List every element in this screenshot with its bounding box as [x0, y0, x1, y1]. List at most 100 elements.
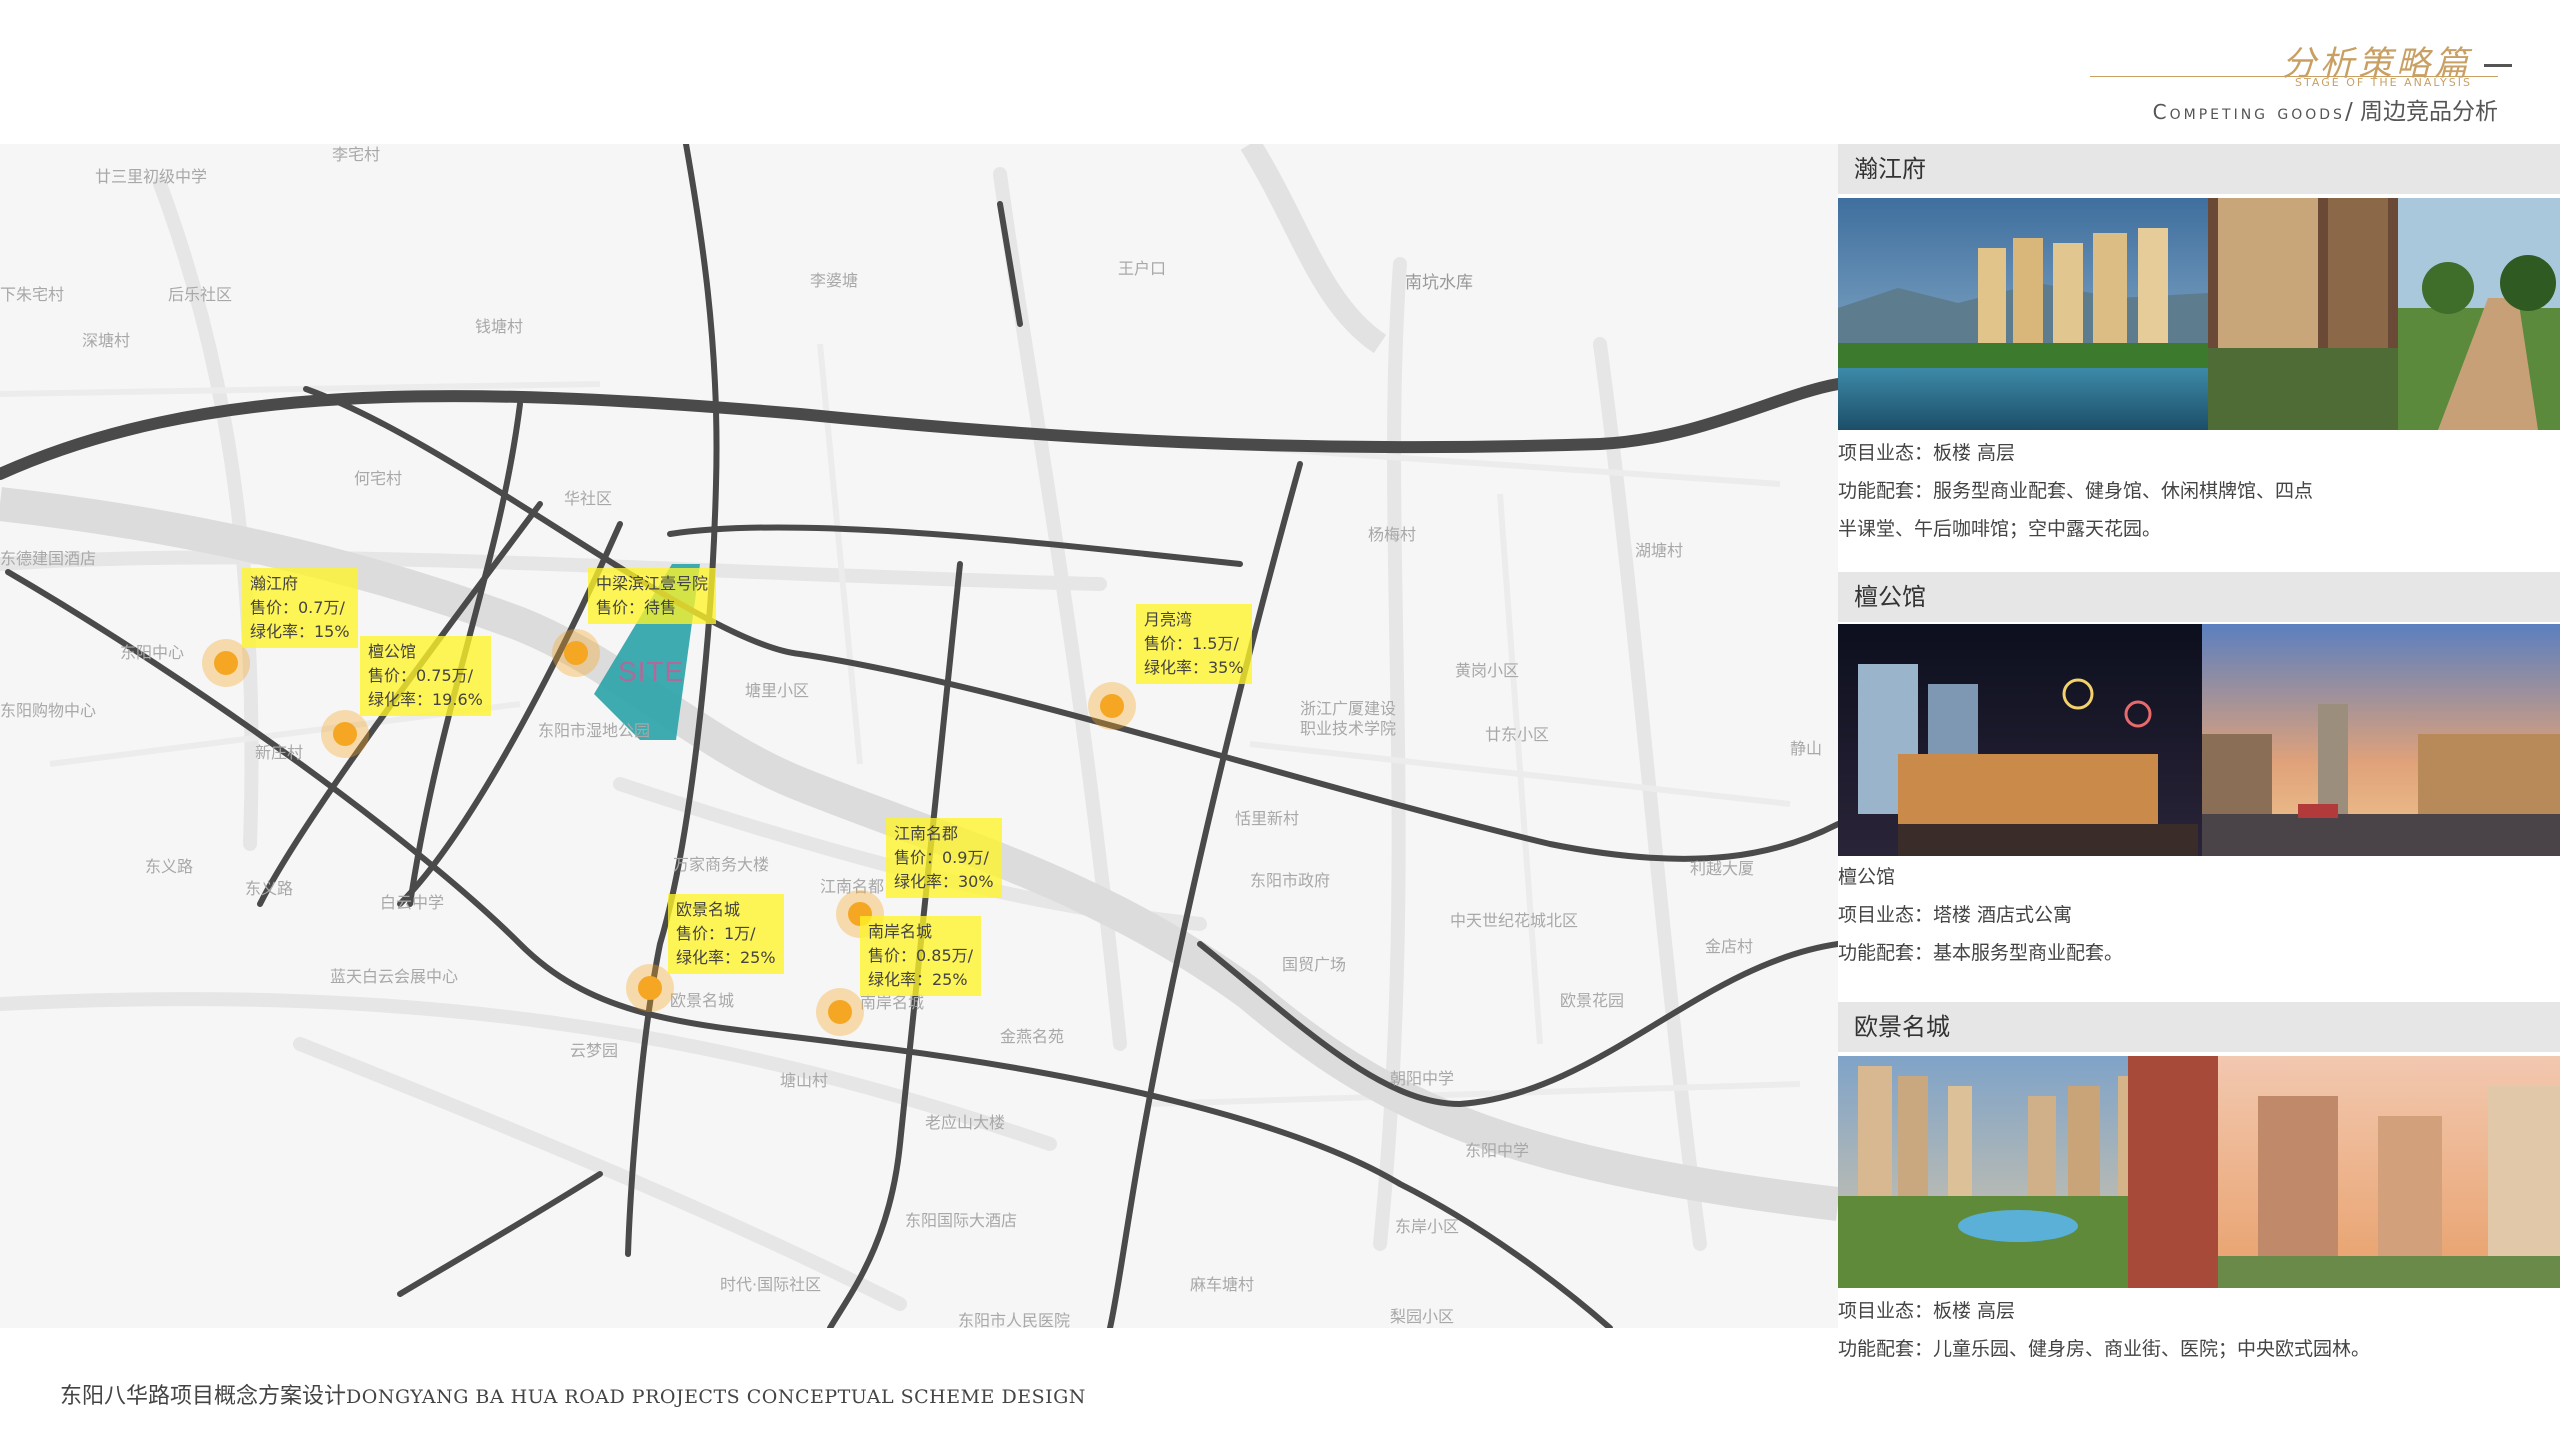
svg-text:王户口: 王户口	[1118, 259, 1166, 278]
tag-name: 江南名郡	[894, 824, 959, 843]
subtitle-en: Competing goods	[2152, 100, 2345, 124]
svg-text:东阳市人民医院: 东阳市人民医院	[958, 1311, 1070, 1328]
tag-name: 檀公馆	[368, 642, 417, 661]
tag-price: 售价：1.5万/	[1144, 634, 1239, 653]
marker-nananmingcheng	[828, 1000, 852, 1024]
svg-text:金店村: 金店村	[1705, 937, 1753, 956]
svg-text:浙江广厦建设: 浙江广厦建设	[1300, 699, 1396, 718]
info-features: 功能配套：基本服务型商业配套。	[1838, 942, 2124, 964]
tag-name: 瀚江府	[250, 574, 299, 593]
tag-zhongliang[interactable]: 中梁滨江壹号院 售价：待售	[588, 568, 717, 624]
info-tangongguan: 檀公馆 项目业态：塔楼 酒店式公寓 功能配套：基本服务型商业配套。	[1838, 858, 2558, 972]
svg-text:钱塘村: 钱塘村	[475, 317, 523, 336]
photo-oujingmingcheng	[1838, 1056, 2560, 1288]
svg-text:廿三里初级中学: 廿三里初级中学	[95, 167, 207, 186]
svg-text:麻车塘村: 麻车塘村	[1190, 1275, 1254, 1294]
tag-yueliangwan[interactable]: 月亮湾 售价：1.5万/ 绿化率：35%	[1136, 604, 1252, 684]
info-oujingmingcheng: 项目业态：板楼 高层 功能配套：儿童乐园、健身房、商业街、医院；中央欧式园林。	[1838, 1292, 2558, 1368]
svg-text:恬里新村: 恬里新村	[1235, 809, 1299, 828]
svg-text:老应山大楼: 老应山大楼	[925, 1113, 1005, 1132]
svg-text:后乐社区: 后乐社区	[168, 285, 232, 304]
tag-name: 中梁滨江壹号院	[596, 574, 709, 593]
svg-text:东阳中学: 东阳中学	[1465, 1141, 1529, 1160]
svg-text:东阳市湿地公园: 东阳市湿地公园	[538, 721, 650, 740]
tag-price: 售价：待售	[596, 598, 677, 617]
svg-text:东义路: 东义路	[145, 857, 193, 876]
svg-text:东岸小区: 东岸小区	[1395, 1217, 1459, 1236]
footer: 东阳八华路项目概念方案设计DONGYANG BA HUA ROAD PROJEC…	[60, 1378, 1086, 1410]
brand-logo: 分析策略篇 STAGE OF THE ANALYSIS	[2252, 36, 2512, 96]
svg-text:欧景名城: 欧景名城	[670, 991, 734, 1010]
tag-green: 绿化率：25%	[676, 948, 776, 967]
tag-price: 售价：0.85万/	[868, 946, 974, 965]
tag-green: 绿化率：19.6%	[368, 690, 483, 709]
tag-price: 售价：0.75万/	[368, 666, 474, 685]
svg-text:欧景花园: 欧景花园	[1560, 991, 1624, 1010]
svg-text:梨园小区: 梨园小区	[1390, 1307, 1454, 1326]
info-features-cont: 半课堂、午后咖啡馆；空中露天花园。	[1838, 518, 2162, 540]
svg-text:廿东小区: 廿东小区	[1485, 725, 1549, 744]
svg-text:东阳国际大酒店: 东阳国际大酒店	[905, 1211, 1017, 1230]
marker-oujingmingcheng	[638, 976, 662, 1000]
tag-oujingmingcheng[interactable]: 欧景名城 售价：1万/ 绿化率：25%	[668, 894, 784, 974]
main-roads	[0, 378, 1838, 480]
svg-text:李宅村: 李宅村	[332, 145, 380, 164]
svg-text:东阳中心: 东阳中心	[120, 643, 184, 662]
svg-text:云梦园: 云梦园	[570, 1041, 618, 1060]
brand-en: STAGE OF THE ANALYSIS	[2295, 76, 2472, 89]
svg-text:时代·国际社区: 时代·国际社区	[720, 1275, 821, 1294]
svg-text:蓝天白云会展中心: 蓝天白云会展中心	[330, 967, 458, 986]
svg-text:东德建国酒店: 东德建国酒店	[0, 549, 96, 568]
svg-text:中天世纪花城北区: 中天世纪花城北区	[1450, 911, 1578, 930]
info-features: 功能配套：服务型商业配套、健身馆、休闲棋牌馆、四点	[1838, 480, 2314, 502]
svg-text:职业技术学院: 职业技术学院	[1300, 719, 1396, 738]
tag-name: 南岸名城	[868, 922, 933, 941]
tag-green: 绿化率：30%	[894, 872, 994, 891]
tag-name: 月亮湾	[1144, 610, 1193, 629]
tag-green: 绿化率：25%	[868, 970, 968, 989]
svg-text:金燕名苑: 金燕名苑	[1000, 1027, 1064, 1046]
svg-text:黄岗小区: 黄岗小区	[1455, 661, 1519, 680]
marker-yueliangwan	[1100, 694, 1124, 718]
map[interactable]: 廿三里初级中学 李宅村 下朱宅村 后乐社区 深塘村 钱塘村 李婆塘 王户口 南坑…	[0, 144, 1838, 1328]
svg-text:李婆塘: 李婆塘	[810, 271, 858, 290]
svg-text:白云中学: 白云中学	[380, 893, 444, 912]
marker-hanjiangfu	[214, 651, 238, 675]
info-type: 项目业态：塔楼 酒店式公寓	[1838, 904, 2073, 926]
tag-name: 欧景名城	[676, 900, 741, 919]
svg-text:东阳购物中心: 东阳购物中心	[0, 701, 96, 720]
svg-text:万家商务大楼: 万家商务大楼	[673, 855, 769, 874]
map-canvas: 廿三里初级中学 李宅村 下朱宅村 后乐社区 深塘村 钱塘村 李婆塘 王户口 南坑…	[0, 144, 1838, 1328]
tag-price: 售价：0.9万/	[894, 848, 989, 867]
svg-text:国贸广场: 国贸广场	[1282, 955, 1346, 974]
footer-en: DONGYANG BA HUA ROAD PROJECTS CONCEPTUAL…	[346, 1386, 1086, 1408]
site-label: SITE	[618, 656, 685, 687]
tag-green: 绿化率：35%	[1144, 658, 1244, 677]
tag-green: 绿化率：15%	[250, 622, 350, 641]
info-caption: 檀公馆	[1838, 866, 1896, 888]
svg-text:朝阳中学: 朝阳中学	[1390, 1069, 1454, 1088]
svg-text:下朱宅村: 下朱宅村	[0, 285, 64, 304]
panel-title-oujingmingcheng: 欧景名城	[1838, 1002, 2560, 1052]
footer-cn: 东阳八华路项目概念方案设计	[60, 1384, 347, 1409]
svg-text:南坑水库: 南坑水库	[1405, 273, 1473, 293]
svg-text:杨梅村: 杨梅村	[1368, 525, 1416, 544]
tag-tangongguan[interactable]: 檀公馆 售价：0.75万/ 绿化率：19.6%	[360, 636, 491, 716]
header-rule	[2090, 76, 2498, 77]
page-subtitle: Competing goods/ 周边竞品分析	[2153, 92, 2498, 126]
marker-tangongguan	[333, 722, 357, 746]
tag-hanjiangfu[interactable]: 瀚江府 售价：0.7万/ 绿化率：15%	[242, 568, 358, 648]
tag-price: 售价：1万/	[676, 924, 756, 943]
svg-text:华社区: 华社区	[564, 489, 612, 508]
svg-text:静山: 静山	[1790, 739, 1822, 758]
svg-text:何宅村: 何宅村	[354, 469, 402, 488]
photo-hanjiangfu	[1838, 198, 2560, 430]
svg-text:塘里小区: 塘里小区	[745, 681, 809, 700]
info-hanjiangfu: 项目业态：板楼 高层 功能配套：服务型商业配套、健身馆、休闲棋牌馆、四点 半课堂…	[1838, 434, 2558, 548]
brand-dash	[2484, 64, 2512, 67]
subtitle-cn: / 周边竞品分析	[2344, 99, 2498, 125]
info-features: 功能配套：儿童乐园、健身房、商业街、医院；中央欧式园林。	[1838, 1338, 2371, 1360]
tag-jiangnanmingjun[interactable]: 江南名郡 售价：0.9万/ 绿化率：30%	[886, 818, 1002, 898]
tag-nanaanmingcheng[interactable]: 南岸名城 售价：0.85万/ 绿化率：25%	[860, 916, 982, 996]
info-type: 项目业态：板楼 高层	[1838, 442, 2016, 464]
